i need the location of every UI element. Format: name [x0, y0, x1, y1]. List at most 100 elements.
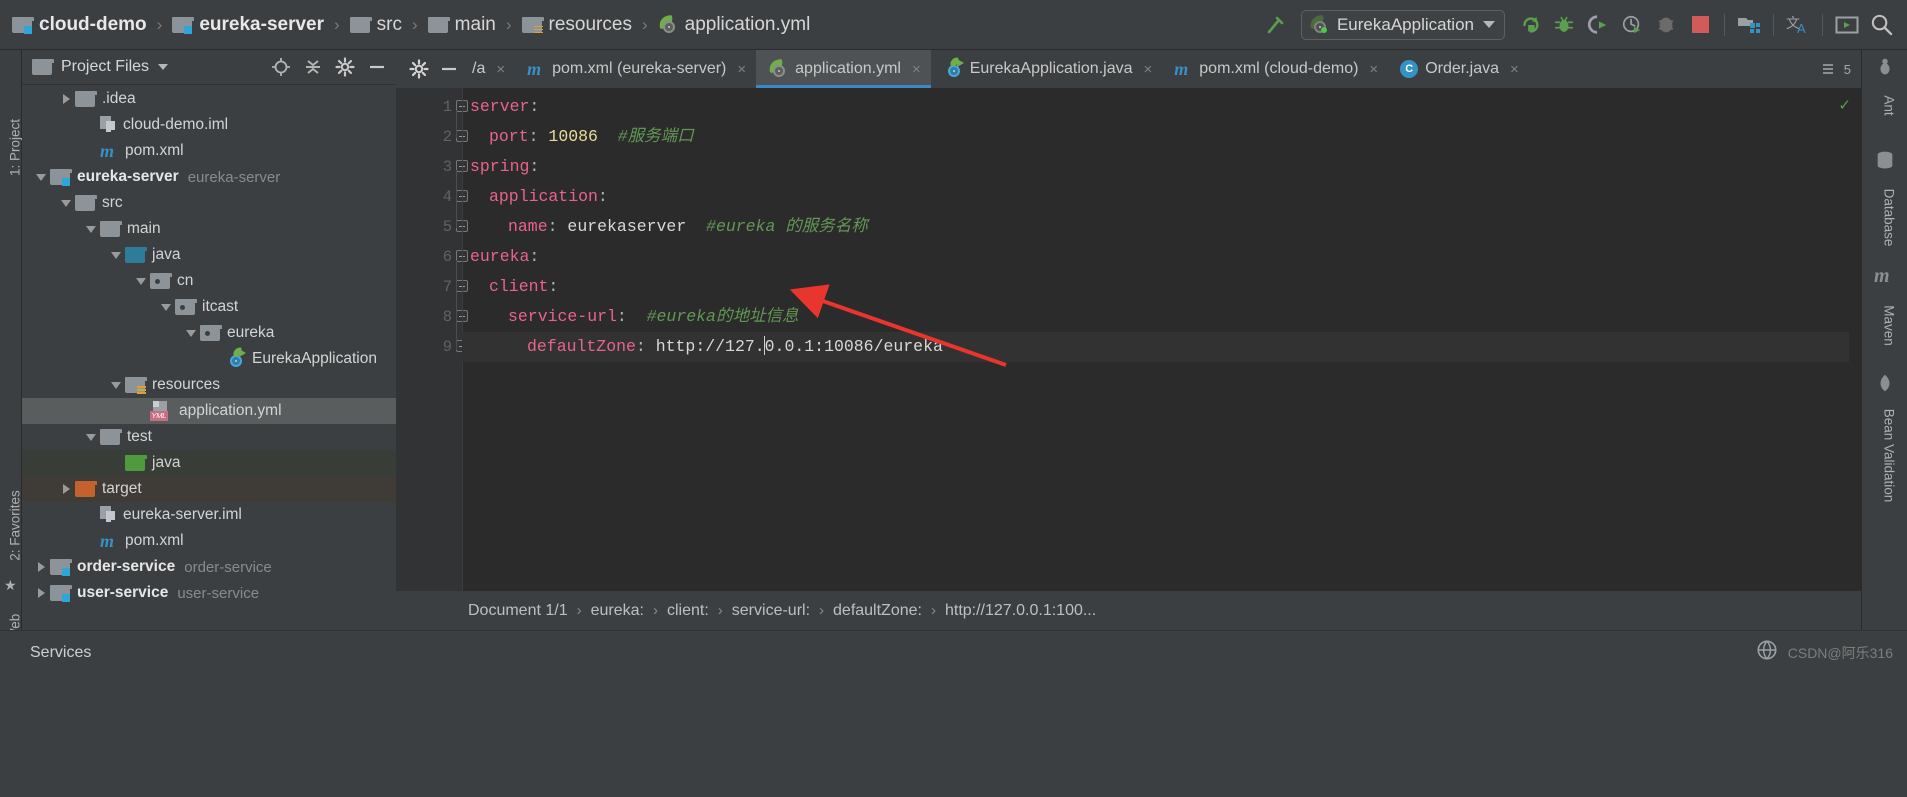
tree-node-pom-xml[interactable]: m pom.xml	[22, 138, 396, 164]
editor-tab-order-java[interactable]: C Order.java ×	[1388, 50, 1529, 88]
run-configuration-selector[interactable]: EurekaApplication	[1300, 9, 1505, 40]
debug-icon[interactable]	[1548, 9, 1580, 41]
attach-debugger-icon[interactable]	[1650, 9, 1682, 41]
editor-gutter[interactable]: 1 2 3 4 5 6 7 8 9	[396, 88, 468, 591]
tree-twisty[interactable]	[132, 277, 150, 285]
doc-breadcrumb-item[interactable]: eureka:	[591, 602, 644, 620]
editor-vertical-scrollbar[interactable]	[1849, 88, 1861, 591]
collapse-all-icon[interactable]	[300, 54, 326, 80]
tree-node-application-yml[interactable]: YML application.yml	[22, 398, 396, 424]
tree-twisty[interactable]	[82, 433, 100, 441]
build-hammer-icon[interactable]	[1260, 9, 1292, 41]
doc-breadcrumb-item[interactable]: client:	[667, 602, 709, 620]
tree-twisty[interactable]	[82, 225, 100, 233]
tree-node-cn[interactable]: cn	[22, 268, 396, 294]
tree-node-itcast[interactable]: itcast	[22, 294, 396, 320]
editor-tab-clipped[interactable]: /a ×	[472, 50, 515, 88]
code-line-5[interactable]: name: eurekaserver #eureka 的服务名称	[462, 212, 868, 242]
tree-node-user-service[interactable]: user-service user-service	[22, 580, 396, 606]
code-line-3[interactable]: spring:	[462, 152, 539, 182]
toolwindow-button-bean-validation[interactable]: Bean Validation	[1882, 404, 1897, 508]
globe-icon[interactable]	[1756, 639, 1778, 666]
tree-node-java[interactable]: java	[22, 450, 396, 476]
services-toolwindow-button[interactable]: Services	[0, 644, 91, 662]
tree-node-target[interactable]: target	[22, 476, 396, 502]
toolwindow-button-database[interactable]: Database	[1882, 166, 1897, 270]
code-line-4[interactable]: application:	[462, 182, 608, 212]
editor-tab-pom-eureka-server[interactable]: m pom.xml (eureka-server) ×	[515, 50, 756, 88]
hide-editor-icon[interactable]	[436, 56, 462, 82]
tree-node-order-service[interactable]: order-service order-service	[22, 554, 396, 580]
code-line-1[interactable]: server:	[462, 92, 539, 122]
editor-tab-application-yml[interactable]: application.yml ×	[756, 50, 931, 88]
tree-node-resources[interactable]: resources	[22, 372, 396, 398]
code-line-7[interactable]: client:	[462, 272, 558, 302]
tree-twisty[interactable]	[157, 303, 175, 311]
close-icon[interactable]: ×	[1510, 61, 1519, 78]
project-file-tree[interactable]: .idea cloud-demo.iml m pom.xml eureka-server…	[22, 86, 396, 606]
tree-twisty[interactable]	[182, 329, 200, 337]
breadcrumb-item-application-yml[interactable]: application.yml	[654, 12, 815, 38]
tree-node-eureka-server[interactable]: eureka-server eureka-server	[22, 164, 396, 190]
breadcrumb-item-main[interactable]: main	[424, 12, 500, 38]
close-icon[interactable]: ×	[737, 61, 746, 78]
doc-breadcrumb-item[interactable]: defaultZone:	[833, 602, 922, 620]
run-with-coverage-icon[interactable]	[1582, 9, 1614, 41]
tree-twisty[interactable]	[57, 484, 75, 494]
settings-gear-icon[interactable]	[332, 54, 358, 80]
profiler-icon[interactable]	[1616, 9, 1648, 41]
code-line-6[interactable]: eureka:	[462, 242, 539, 272]
tree-node-main[interactable]: main	[22, 216, 396, 242]
editor-tab-pom-cloud-demo[interactable]: m pom.xml (cloud-demo) ×	[1162, 50, 1388, 88]
doc-breadcrumb-item[interactable]: Document 1/1	[468, 602, 568, 620]
editor-tab-eureka-application-java[interactable]: EurekaApplication.java ×	[931, 50, 1163, 88]
tree-node-test[interactable]: test	[22, 424, 396, 450]
chevron-down-icon[interactable]	[158, 64, 169, 70]
search-icon[interactable]	[1865, 9, 1897, 41]
settings-gear-icon[interactable]	[406, 56, 432, 82]
tree-twisty[interactable]	[32, 562, 50, 572]
editor-code-area[interactable]: server: port: 10086 #服务端口 spring: applicati…	[462, 88, 1861, 591]
breadcrumb-item-src[interactable]: src	[346, 12, 406, 38]
close-icon[interactable]: ×	[496, 61, 505, 78]
code-line-8[interactable]: service-url: #eureka的地址信息	[462, 302, 798, 332]
close-icon[interactable]: ×	[912, 61, 921, 78]
close-icon[interactable]: ×	[1144, 61, 1153, 78]
close-icon[interactable]: ×	[1369, 61, 1378, 78]
project-structure-icon[interactable]	[1733, 9, 1765, 41]
code-line-9[interactable]: defaultZone: http://127.0.0.1:10086/eure…	[462, 332, 1861, 362]
yaml-colon: :	[529, 157, 540, 176]
toolwindow-button-favorites[interactable]: 2: Favorites	[8, 481, 23, 571]
tree-twisty[interactable]	[107, 381, 125, 389]
toolwindow-button-project[interactable]: 1: Project	[8, 103, 23, 193]
tree-node-pom-xml[interactable]: m pom.xml	[22, 528, 396, 554]
tree-node-cloud-demo-iml[interactable]: cloud-demo.iml	[22, 112, 396, 138]
presentation-icon[interactable]	[1831, 9, 1863, 41]
hide-panel-icon[interactable]	[364, 54, 390, 80]
editor-tabs-overflow[interactable]: 5	[1822, 50, 1861, 88]
stop-icon[interactable]	[1684, 9, 1716, 41]
tree-node-eureka[interactable]: eureka	[22, 320, 396, 346]
tree-node--idea[interactable]: .idea	[22, 86, 396, 112]
run-icon[interactable]	[1514, 9, 1546, 41]
doc-breadcrumb-item[interactable]: http://127.0.0.1:100...	[945, 602, 1096, 620]
toolwindow-button-maven[interactable]: Maven	[1882, 274, 1897, 378]
doc-breadcrumb-item[interactable]: service-url:	[732, 602, 810, 620]
tree-node-src[interactable]: src	[22, 190, 396, 216]
locate-target-icon[interactable]	[268, 54, 294, 80]
code-line-2[interactable]: port: 10086 #服务端口	[462, 122, 694, 152]
tree-node-eurekaapplication[interactable]: EurekaApplication	[22, 346, 396, 372]
tree-node-eureka-server-iml[interactable]: eureka-server.iml	[22, 502, 396, 528]
breadcrumb-item-resources[interactable]: resources	[518, 12, 636, 38]
toolwindow-button-ant[interactable]: Ant	[1882, 54, 1897, 158]
tree-node-java[interactable]: java	[22, 242, 396, 268]
tree-twisty[interactable]	[57, 94, 75, 104]
breadcrumb-item-eureka-server[interactable]: eureka-server	[168, 12, 328, 38]
code-editor[interactable]: 123456789 server: port: 10086 #服务端口 spring…	[396, 88, 1861, 591]
tree-twisty[interactable]	[32, 173, 50, 181]
translate-icon[interactable]: 文A	[1782, 9, 1814, 41]
breadcrumb-item-cloud-demo[interactable]: cloud-demo	[8, 12, 151, 38]
tree-twisty[interactable]	[57, 199, 75, 207]
tree-twisty[interactable]	[32, 588, 50, 598]
tree-twisty[interactable]	[107, 251, 125, 259]
